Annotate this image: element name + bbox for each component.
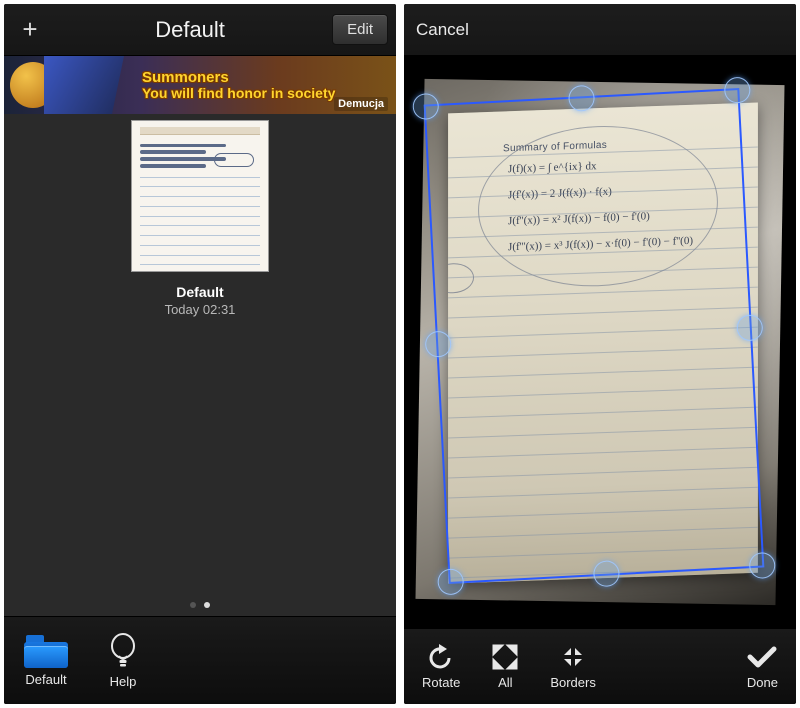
docs-tab[interactable]: Default: [24, 634, 68, 687]
done-label: Done: [747, 675, 778, 690]
rotate-icon: [426, 643, 456, 671]
check-icon: [747, 643, 777, 671]
done-button[interactable]: Done: [747, 643, 778, 690]
add-button[interactable]: +: [12, 12, 48, 48]
all-label: All: [498, 675, 512, 690]
expand-icon: [490, 643, 520, 671]
title-bar: Cancel: [404, 4, 796, 56]
bulb-icon: [108, 632, 138, 670]
docs-tab-label: Default: [25, 672, 66, 687]
document-name: Default: [176, 284, 223, 300]
banner-text: Summoners You will find honor in society: [142, 70, 335, 100]
content-area: Summoners You will find honor in society…: [4, 56, 396, 616]
help-tab[interactable]: Help: [108, 632, 138, 689]
page-dot[interactable]: [204, 602, 210, 608]
screen-title: Default: [48, 17, 332, 43]
cancel-button[interactable]: Cancel: [416, 20, 469, 40]
banner-line2: You will find honor in society: [142, 86, 335, 101]
rotate-label: Rotate: [422, 675, 460, 690]
document-item[interactable]: Default Today 02:31: [131, 120, 269, 317]
banner-art-icon: [44, 56, 124, 114]
scanned-paper: Summary of Formulas J(f)(x) = ∫ e^{ix} d…: [448, 102, 758, 583]
banner-line1: Summoners: [142, 70, 335, 86]
rotate-button[interactable]: Rotate: [422, 643, 460, 690]
crop-toolbar: Rotate All Borders: [404, 628, 796, 704]
collapse-icon: [558, 643, 588, 671]
all-button[interactable]: All: [490, 643, 520, 690]
edit-button[interactable]: Edit: [332, 14, 388, 45]
crop-canvas[interactable]: Summary of Formulas J(f)(x) = ∫ e^{ix} d…: [404, 56, 796, 628]
help-tab-label: Help: [110, 674, 137, 689]
title-bar: + Default Edit: [4, 4, 396, 56]
document-thumbnail: [131, 120, 269, 272]
document-time: Today 02:31: [165, 302, 236, 317]
borders-label: Borders: [550, 675, 596, 690]
page-indicator: [190, 588, 210, 616]
photo-preview: Summary of Formulas J(f)(x) = ∫ e^{ix} d…: [415, 79, 784, 605]
docs-screen: + Default Edit Summoners You will find h…: [4, 4, 396, 704]
banner-brand: Demucja: [334, 97, 388, 111]
crop-screen: Cancel Summary of Formulas J(f)(x) = ∫ e…: [404, 4, 796, 704]
bottom-tabbar: Default Help: [4, 616, 396, 704]
borders-button[interactable]: Borders: [550, 643, 596, 690]
folder-icon: [24, 634, 68, 668]
ad-banner[interactable]: Summoners You will find honor in society…: [4, 56, 396, 114]
page-dot[interactable]: [190, 602, 196, 608]
